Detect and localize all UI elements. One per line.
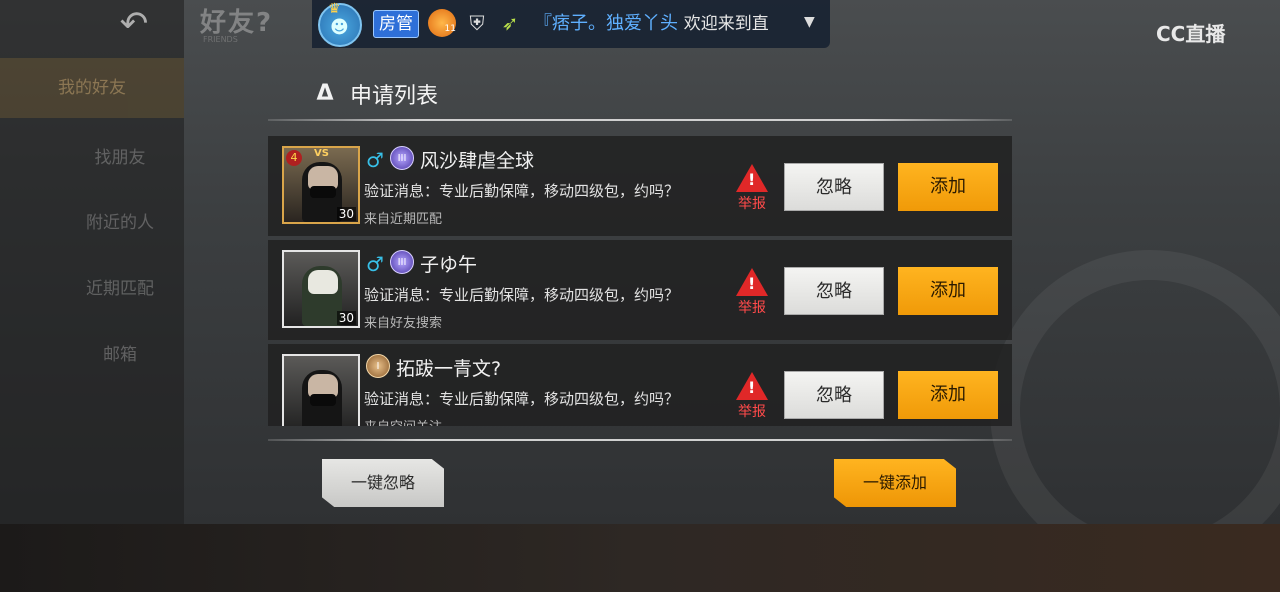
mascot-face-icon: ☻	[330, 17, 349, 38]
add-button[interactable]: 添加	[898, 267, 998, 315]
warning-icon: !	[736, 164, 768, 192]
chevron-down-icon[interactable]: ▼	[804, 14, 815, 30]
danmu-message: 欢迎来到直	[683, 14, 769, 34]
sidebar-item-my-friends[interactable]: 我的好友	[0, 58, 184, 118]
danmu-banner[interactable]: ♛ ☻ 房管 11 ⛨ ➶ 『痞子。独爱丫头 欢迎来到直 ▼	[312, 0, 830, 48]
vs-tag: VS	[314, 148, 329, 159]
sidebar-item-nearby[interactable]: 附近的人	[60, 208, 180, 233]
report-label: 举报	[738, 404, 766, 420]
role-badge: 房管	[373, 10, 419, 38]
background-emblem	[990, 250, 1280, 570]
rank-icon: III	[390, 250, 414, 274]
request-source: 来自好友搜索	[364, 316, 443, 331]
ignore-all-button[interactable]: 一键忽略	[322, 459, 444, 507]
add-button[interactable]: 添加	[898, 163, 998, 211]
request-row: 4 VS 30 ♂ III 风沙肆虐全球 验证消息：专业后勤保障，移动四级包，约…	[268, 136, 1012, 236]
friends-brand: 好友?	[200, 2, 273, 39]
player-avatar[interactable]	[282, 354, 360, 426]
danmu-text: 『痞子。独爱丫头 欢迎来到直	[534, 11, 802, 37]
male-icon: ♂	[366, 148, 384, 172]
avatar-face	[308, 270, 338, 294]
ignore-button[interactable]: 忽略	[784, 163, 884, 211]
request-source: 来自空间关注	[364, 416, 442, 426]
bottom-strip	[0, 524, 1280, 592]
verify-message: 验证消息：专业后勤保障，移动四级包，约吗？	[364, 182, 680, 200]
sidebar-item-mailbox[interactable]: 邮箱	[60, 340, 180, 365]
danmu-avatar: ♛ ☻	[318, 1, 362, 47]
brand-title: 好友	[200, 8, 257, 38]
player-level: 30	[336, 207, 356, 221]
avatar-mask	[310, 394, 336, 406]
request-row: 30 ♂ III 子ゆ午 验证消息：专业后勤保障，移动四级包，约吗？ 来自好友搜…	[268, 240, 1012, 340]
cc-live-watermark: CC直播	[1156, 22, 1226, 46]
player-avatar[interactable]: 30	[282, 250, 360, 328]
brand-mark: ?	[256, 8, 274, 38]
add-all-button[interactable]: 一键添加	[834, 459, 956, 507]
wing-badge-icon: ➶	[501, 11, 519, 35]
avatar-rank-badge: 4	[286, 150, 302, 166]
report-button[interactable]: ! 举报	[732, 164, 772, 214]
player-avatar[interactable]: 4 VS 30	[282, 146, 360, 224]
brand-subtitle: FRIENDS	[203, 35, 238, 44]
rank-icon: III	[390, 146, 414, 170]
sidebar-item-find-friends[interactable]: 找朋友	[60, 143, 180, 168]
report-label: 举报	[738, 300, 766, 316]
male-icon: ♂	[366, 252, 384, 276]
player-name: 风沙肆虐全球	[420, 150, 535, 172]
warning-icon: !	[736, 372, 768, 400]
back-arrow-icon[interactable]: ↶	[112, 6, 156, 42]
verify-message: 验证消息：专业后勤保障，移动四级包，约吗？	[364, 286, 680, 304]
shield-badge-icon: ⛨	[469, 11, 485, 35]
request-source: 来自近期匹配	[364, 212, 443, 227]
report-button[interactable]: ! 举报	[732, 268, 772, 318]
rank-icon: I	[366, 354, 390, 378]
add-button[interactable]: 添加	[898, 371, 998, 419]
game-logo-icon: Δ	[316, 81, 334, 106]
avatar-mask	[310, 186, 336, 198]
ignore-button[interactable]: 忽略	[784, 267, 884, 315]
sidebar: 我的好友 找朋友 附近的人 近期匹配 邮箱	[0, 0, 184, 524]
ignore-button[interactable]: 忽略	[784, 371, 884, 419]
report-label: 举报	[738, 196, 766, 212]
danmu-nickname: 『痞子。独爱丫头	[534, 13, 678, 34]
player-name: 子ゆ午	[420, 254, 478, 276]
verify-message: 验证消息：专业后勤保障，移动四级包，约吗？	[364, 390, 680, 408]
sidebar-item-recent-match[interactable]: 近期匹配	[60, 274, 180, 299]
player-level: 30	[336, 311, 356, 325]
warning-icon: !	[736, 268, 768, 296]
bottom-divider	[268, 439, 1012, 441]
level-badge: 11	[428, 9, 456, 37]
crown-icon: ♛	[328, 1, 341, 17]
request-list[interactable]: 4 VS 30 ♂ III 风沙肆虐全球 验证消息：专业后勤保障，移动四级包，约…	[268, 136, 1012, 426]
player-name: 拓跋一青文?	[396, 358, 502, 380]
top-divider	[268, 119, 1012, 121]
panel-title: 申请列表	[350, 84, 439, 109]
report-button[interactable]: ! 举报	[732, 372, 772, 422]
request-row: I 拓跋一青文? 验证消息：专业后勤保障，移动四级包，约吗？ 来自空间关注 ! …	[268, 344, 1012, 426]
